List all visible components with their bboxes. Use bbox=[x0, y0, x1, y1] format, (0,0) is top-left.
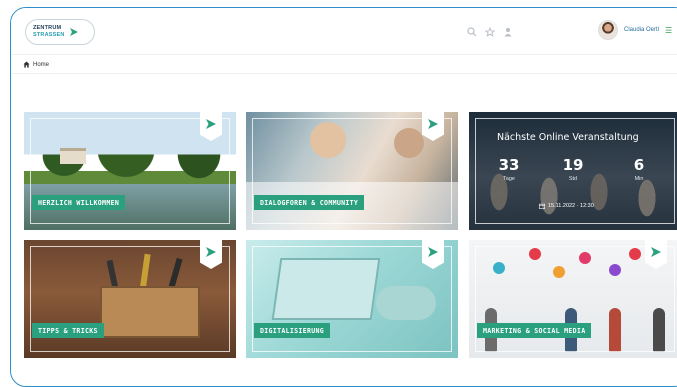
logo-mark-icon bbox=[69, 28, 78, 36]
top-bar: ZENTRUM STRASSEN Claudia Oertl ☰ bbox=[11, 8, 677, 54]
brand-arrow-icon bbox=[428, 247, 438, 257]
tile-label[interactable]: DIGITALISIERUNG bbox=[254, 323, 331, 338]
breadcrumb: Home bbox=[11, 54, 677, 74]
countdown-minutes-unit: Min bbox=[634, 176, 644, 182]
user-name[interactable]: Claudia Oertl bbox=[624, 27, 659, 33]
tile-label[interactable]: HERZLICH WILLKOMMEN bbox=[32, 195, 126, 210]
countdown-hours: 19 Std bbox=[553, 156, 593, 182]
avatar[interactable] bbox=[598, 20, 618, 40]
brand-arrow-icon bbox=[428, 119, 438, 129]
countdown-hours-value: 19 bbox=[562, 156, 584, 174]
home-icon bbox=[23, 61, 30, 68]
countdown-minutes: 6 Min bbox=[619, 156, 659, 182]
tile-herzlich-willkommen[interactable]: HERZLICH WILLKOMMEN bbox=[24, 112, 236, 230]
countdown-hours-unit: Std bbox=[568, 176, 578, 182]
menu-icon[interactable]: ☰ bbox=[665, 26, 672, 35]
brand-arrow-icon bbox=[206, 247, 216, 257]
tile-next-online-event[interactable]: Nächste Online Veranstaltung 33 Tage 19 … bbox=[469, 112, 677, 230]
tile-label[interactable]: MARKETING & SOCIAL MEDIA bbox=[477, 323, 592, 338]
countdown-days-unit: Tage bbox=[503, 176, 515, 182]
brand-logo[interactable]: ZENTRUM STRASSEN bbox=[25, 19, 95, 45]
star-icon[interactable] bbox=[484, 24, 496, 37]
tile-dialogforen-community[interactable]: DIALOGFOREN & COMMUNITY bbox=[246, 112, 458, 230]
tile-label[interactable]: TIPPS & TRICKS bbox=[32, 323, 104, 338]
logo-line-1: ZENTRUM bbox=[33, 25, 62, 31]
app-window: ZENTRUM STRASSEN Claudia Oertl ☰ Home HE… bbox=[10, 7, 677, 387]
tile-marketing-social-media[interactable]: MARKETING & SOCIAL MEDIA bbox=[469, 240, 677, 358]
logo-line-2: STRASSEN bbox=[33, 32, 65, 38]
countdown-days: 33 Tage bbox=[489, 156, 529, 182]
tile-tipps-tricks[interactable]: TIPPS & TRICKS bbox=[24, 240, 236, 358]
calendar-icon bbox=[539, 203, 545, 209]
event-title: Nächste Online Veranstaltung bbox=[497, 132, 639, 143]
user-icon[interactable] bbox=[503, 24, 513, 37]
user-menu[interactable]: Claudia Oertl ☰ bbox=[598, 20, 672, 40]
event-date-text: 15.11.2022 · 12:30 bbox=[548, 203, 594, 209]
countdown-minutes-value: 6 bbox=[633, 156, 645, 174]
brand-arrow-icon bbox=[206, 119, 216, 129]
header-icons bbox=[467, 24, 513, 37]
event-date: 15.11.2022 · 12:30 bbox=[539, 203, 594, 209]
tile-label[interactable]: DIALOGFOREN & COMMUNITY bbox=[254, 195, 365, 210]
brand-arrow-icon bbox=[651, 247, 661, 257]
countdown-days-value: 33 bbox=[498, 156, 520, 174]
tile-grid: HERZLICH WILLKOMMEN DIALOGFOREN & COMMUN… bbox=[24, 112, 677, 362]
logo-text: ZENTRUM STRASSEN bbox=[33, 25, 65, 39]
tile-digitalisierung[interactable]: DIGITALISIERUNG bbox=[246, 240, 458, 358]
breadcrumb-home-label[interactable]: Home bbox=[33, 62, 49, 68]
breadcrumb-home[interactable]: Home bbox=[23, 61, 49, 68]
search-icon[interactable] bbox=[467, 24, 477, 37]
